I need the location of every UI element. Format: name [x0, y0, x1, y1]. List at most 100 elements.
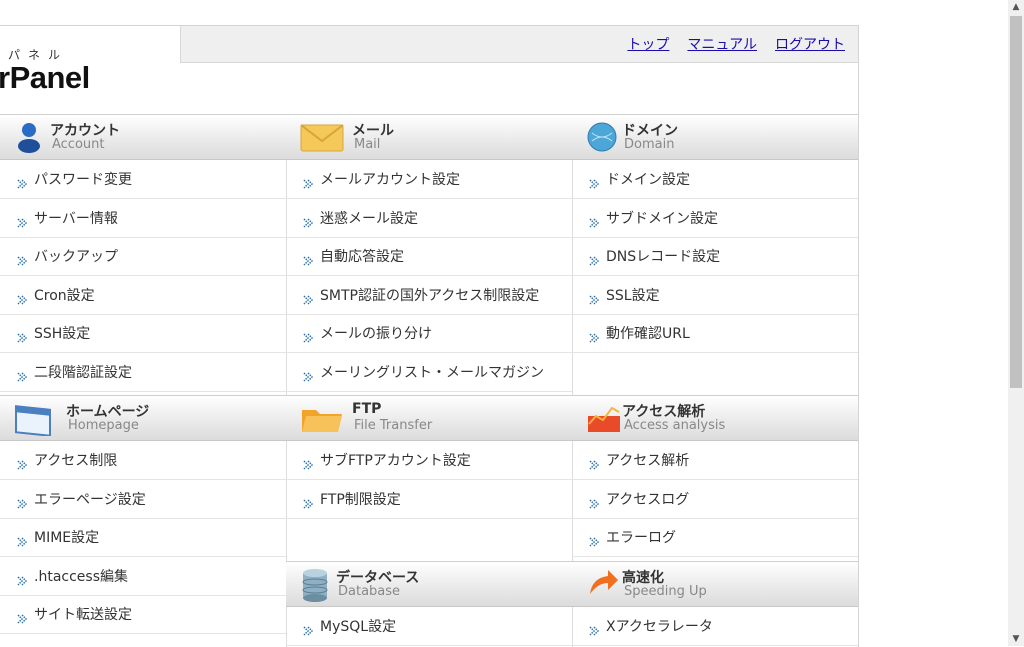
menu-item[interactable]: .htaccess編集	[0, 557, 286, 596]
double-chevron-icon	[17, 328, 28, 343]
menu-item-label: 迷惑メール設定	[320, 210, 418, 227]
double-chevron-icon	[17, 571, 28, 586]
menu-item-label: Cron設定	[34, 287, 95, 304]
section-header: データベース Database	[286, 561, 572, 607]
double-chevron-icon	[589, 328, 600, 343]
menu-item[interactable]: サブドメイン設定	[572, 199, 858, 238]
menu-item-label: MIME設定	[34, 530, 100, 546]
menu-item-label: アクセスログ	[606, 491, 690, 508]
menu-item[interactable]: アクセス解析	[572, 441, 858, 480]
menu-grid: アカウント Account パスワード変更サーバー情報 バックアップ Cron設定 SSH…	[0, 114, 858, 647]
menu-item[interactable]: 動作確認URL	[572, 314, 858, 353]
section-subtitle: Domain	[624, 137, 675, 152]
double-chevron-icon	[303, 367, 314, 382]
menu-item[interactable]: SMTP認証の国外アクセス制限設定	[286, 276, 572, 315]
double-chevron-icon	[17, 367, 28, 382]
menu-item[interactable]: 二段階認証設定	[0, 353, 286, 392]
section-subtitle: File Transfer	[354, 418, 433, 433]
menu-item-label: メールアカウント設定	[320, 172, 460, 188]
section-header: ホームページ Homepage	[0, 395, 286, 441]
menu-item-label: MySQL設定	[320, 619, 397, 635]
double-chevron-icon	[303, 290, 314, 305]
section-header: アカウント Account	[0, 114, 286, 160]
menu-item-label: サブFTPアカウント設定	[320, 453, 471, 469]
menu-item-label: 自動応答設定	[320, 249, 404, 265]
double-chevron-icon	[303, 328, 314, 343]
double-chevron-icon	[17, 290, 28, 305]
menu-item-label: サーバー情報	[34, 210, 118, 227]
menu-item-label: DNSレコード設定	[606, 249, 721, 265]
menu-item[interactable]: パスワード変更	[0, 160, 286, 199]
menu-item[interactable]: エラーページ設定	[0, 480, 286, 519]
domain-globe-icon	[586, 121, 617, 153]
double-chevron-icon	[589, 251, 600, 266]
menu-item-label: アクセス制限	[34, 453, 118, 469]
menu-item-label: SSL設定	[606, 287, 660, 304]
menu-item[interactable]: バックアップ	[0, 237, 286, 276]
double-chevron-icon	[17, 455, 28, 470]
menu-item-label: サブドメイン設定	[606, 210, 718, 227]
menu-item[interactable]: Xアクセラレータ	[572, 607, 858, 646]
logout-link[interactable]: ログアウト	[775, 37, 845, 53]
speed-up-arrow-icon	[586, 568, 618, 600]
double-chevron-icon	[17, 174, 28, 189]
menu-item[interactable]: メーリングリスト・メールマガジン	[286, 353, 572, 392]
menu-item[interactable]: メールアカウント設定	[286, 160, 572, 199]
double-chevron-icon	[17, 494, 28, 509]
menu-item[interactable]: サイト転送設定	[0, 595, 286, 634]
menu-item[interactable]: SSL設定	[572, 276, 858, 315]
menu-item[interactable]: MySQL設定	[286, 607, 572, 646]
menu-item[interactable]: FTP制限設定	[286, 480, 572, 519]
section-subtitle: Mail	[354, 137, 381, 152]
menu-item-label: メールの振り分け	[320, 326, 432, 342]
account-person-icon	[14, 121, 44, 153]
menu-item-label: メーリングリスト・メールマガジン	[320, 364, 544, 381]
menu-item[interactable]: サーバー情報	[0, 199, 286, 238]
menu-item[interactable]: MIME設定	[0, 518, 286, 557]
double-chevron-icon	[303, 251, 314, 266]
menu-item[interactable]: メールの振り分け	[286, 314, 572, 353]
menu-item-label: 動作確認URL	[606, 326, 690, 342]
double-chevron-icon	[589, 174, 600, 189]
section-subtitle: Database	[338, 584, 401, 599]
double-chevron-icon	[17, 213, 28, 228]
mail-envelope-icon	[300, 121, 344, 153]
scrollbar-thumb[interactable]	[1010, 16, 1022, 388]
menu-item[interactable]: アクセスログ	[572, 480, 858, 519]
menu-item-label: SMTP認証の国外アクセス制限設定	[320, 287, 540, 304]
section-header: 高速化 Speeding Up	[572, 561, 858, 607]
double-chevron-icon	[589, 621, 600, 636]
access-analysis-chart-icon	[586, 402, 620, 434]
menu-item[interactable]: ドメイン設定	[572, 160, 858, 199]
menu-item[interactable]: Cron設定	[0, 276, 286, 315]
manual-link[interactable]: マニュアル	[687, 37, 757, 53]
menu-item-label: バックアップ	[34, 249, 118, 265]
scroll-up-icon[interactable]: ▲	[1008, 0, 1024, 14]
double-chevron-icon	[589, 455, 600, 470]
menu-item-label: エラーログ	[606, 530, 676, 546]
section-subtitle: Speeding Up	[624, 584, 707, 599]
menu-item[interactable]: 迷惑メール設定	[286, 199, 572, 238]
scroll-down-icon[interactable]: ▼	[1008, 632, 1024, 646]
double-chevron-icon	[589, 532, 600, 547]
homepage-window-icon	[14, 402, 51, 437]
section-title: FTP	[352, 401, 382, 417]
menu-item[interactable]: エラーログ	[572, 518, 858, 557]
menu-item[interactable]: アクセス制限	[0, 441, 286, 480]
top-link[interactable]: トップ	[627, 37, 669, 53]
menu-item[interactable]: SSH設定	[0, 314, 286, 353]
double-chevron-icon	[303, 494, 314, 509]
double-chevron-icon	[303, 621, 314, 636]
double-chevron-icon	[589, 290, 600, 305]
section-header: ドメイン Domain	[572, 114, 858, 160]
menu-item[interactable]: サブFTPアカウント設定	[286, 441, 572, 480]
double-chevron-icon	[303, 174, 314, 189]
double-chevron-icon	[17, 609, 28, 624]
menu-item[interactable]: DNSレコード設定	[572, 237, 858, 276]
section-subtitle: Account	[52, 137, 105, 152]
menu-item[interactable]: 自動応答設定	[286, 237, 572, 276]
double-chevron-icon	[17, 532, 28, 547]
menu-item-label: サイト転送設定	[34, 607, 132, 623]
menu-item-label: エラーページ設定	[34, 491, 146, 508]
menu-item-label: アクセス解析	[606, 453, 690, 469]
